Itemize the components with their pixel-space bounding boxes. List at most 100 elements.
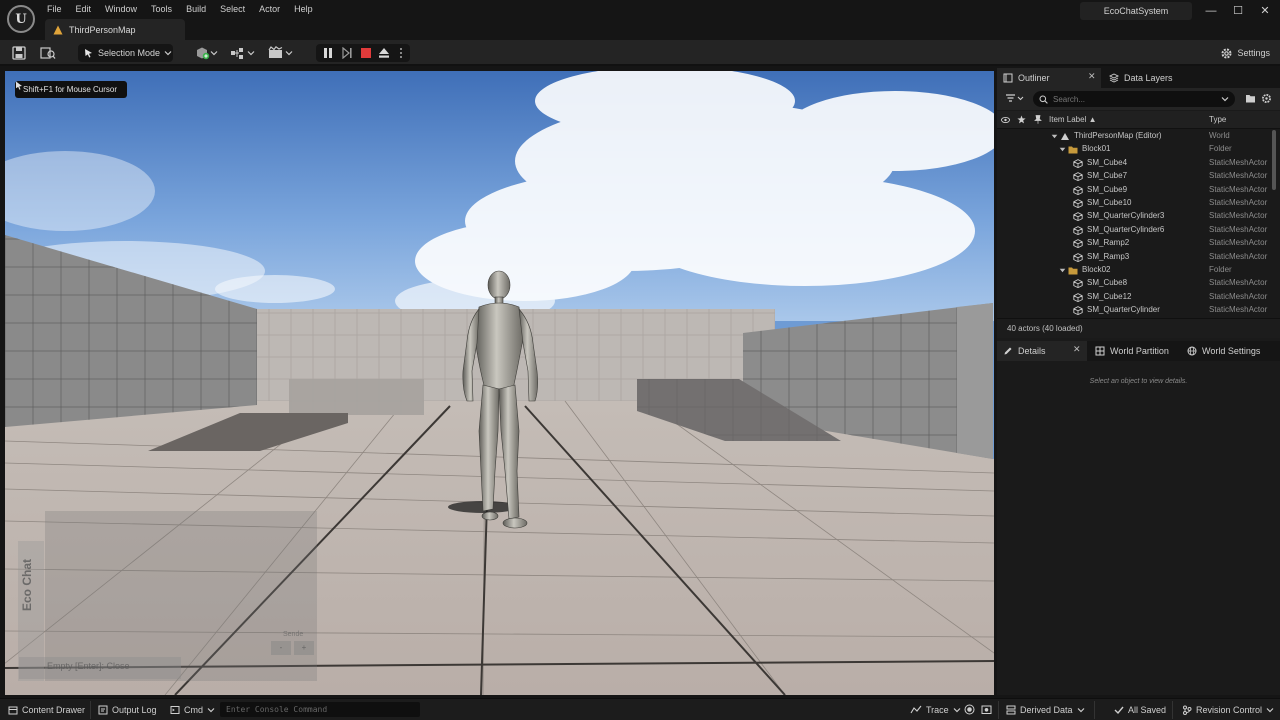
- unreal-logo-icon[interactable]: U: [7, 5, 35, 33]
- output-log-button[interactable]: Output Log: [98, 703, 157, 717]
- revision-control-dropdown[interactable]: Revision Control: [1182, 703, 1274, 717]
- details-empty-message: Select an object to view details.: [1089, 378, 1188, 385]
- outliner-row[interactable]: SM_Cube7 StaticMeshActor: [997, 170, 1271, 183]
- add-folder-icon[interactable]: [1245, 93, 1256, 104]
- outliner-row[interactable]: SM_QuarterCylinder3 StaticMeshActor: [997, 210, 1271, 223]
- record-icon[interactable]: [964, 704, 975, 715]
- menu-edit[interactable]: Edit: [69, 0, 99, 18]
- outliner-row[interactable]: SM_Ramp3 StaticMeshActor: [997, 251, 1271, 264]
- content-drawer-button[interactable]: Content Drawer: [8, 703, 85, 717]
- menu-file[interactable]: File: [40, 0, 69, 18]
- console-command-input[interactable]: Enter Console Command: [220, 702, 420, 717]
- level-warning-icon: [53, 25, 63, 34]
- column-item-label[interactable]: Item Label ▲: [1049, 115, 1097, 124]
- outliner-row-label: SM_Ramp2: [1087, 238, 1130, 248]
- menu-tools[interactable]: Tools: [144, 0, 179, 18]
- settings-button[interactable]: Settings: [1220, 45, 1270, 61]
- outliner-scrollbar[interactable]: [1272, 130, 1276, 190]
- outliner-row[interactable]: SM_Cube10 StaticMeshActor: [997, 197, 1271, 210]
- outliner-row[interactable]: SM_QuarterCylinder6 StaticMeshActor: [997, 224, 1271, 237]
- outliner-row-type: StaticMeshActor: [1209, 198, 1268, 207]
- close-window-button[interactable]: ✕: [1256, 3, 1274, 19]
- right-side-panel: Outliner ✕ Data Layers Search... Item La…: [997, 68, 1280, 695]
- pin-icon[interactable]: [1034, 115, 1042, 124]
- outliner-row[interactable]: SM_Cube12 StaticMeshActor: [997, 291, 1271, 304]
- menu-actor[interactable]: Actor: [252, 0, 287, 18]
- actor-count-status: 40 actors (40 loaded): [997, 318, 1280, 338]
- chevron-down-icon: [164, 51, 172, 56]
- menu-window[interactable]: Window: [98, 0, 144, 18]
- expand-arrow-icon[interactable]: [1051, 132, 1058, 141]
- blueprint-icon[interactable]: [230, 45, 256, 61]
- outliner-row-type: StaticMeshActor: [1209, 211, 1268, 221]
- outliner-row-type: Folder: [1209, 144, 1232, 154]
- layers-icon: [1109, 73, 1119, 83]
- outliner-row[interactable]: ThirdPersonMap (Editor) World: [997, 130, 1271, 143]
- outliner-row[interactable]: SM_Ramp2 StaticMeshActor: [997, 237, 1271, 250]
- world-partition-icon: [1095, 346, 1105, 356]
- browse-icon[interactable]: [40, 45, 56, 61]
- tab-data-layers[interactable]: Data Layers: [1103, 68, 1203, 88]
- eco-increase-button[interactable]: +: [294, 641, 314, 655]
- outliner-toolbar: Search...: [997, 88, 1280, 110]
- outliner-row[interactable]: Block01 Folder: [997, 143, 1271, 156]
- outliner-row[interactable]: SM_Cube8 StaticMeshActor: [997, 277, 1271, 290]
- eco-chat-panel: [45, 511, 317, 681]
- add-actor-icon[interactable]: [195, 45, 219, 61]
- gear-icon[interactable]: [1261, 93, 1272, 104]
- menu-help[interactable]: Help: [287, 0, 320, 18]
- selection-mode-dropdown[interactable]: Selection Mode: [78, 44, 173, 62]
- eject-icon[interactable]: [378, 47, 390, 59]
- filter-icon[interactable]: [1005, 94, 1025, 104]
- pause-icon[interactable]: [322, 47, 334, 59]
- expand-arrow-icon[interactable]: [1059, 145, 1066, 154]
- outliner-row[interactable]: SM_QuarterCylinder StaticMeshActor: [997, 304, 1271, 316]
- cinematics-icon[interactable]: [268, 45, 294, 61]
- save-status-button[interactable]: All Saved: [1114, 703, 1166, 717]
- status-bar: Content Drawer Output Log Cmd Enter Cons…: [0, 698, 1280, 720]
- outliner-row[interactable]: SM_Cube4 StaticMeshActor: [997, 157, 1271, 170]
- trace-dropdown[interactable]: Trace: [910, 703, 961, 717]
- screenshot-icon[interactable]: [981, 704, 992, 715]
- static-mesh-icon: [1073, 225, 1083, 235]
- outliner-row[interactable]: SM_Cube9 StaticMeshActor: [997, 184, 1271, 197]
- derived-data-dropdown[interactable]: Derived Data: [1006, 703, 1085, 717]
- level-tab-title: ThirdPersonMap: [69, 24, 136, 35]
- all-saved-label: All Saved: [1128, 705, 1167, 715]
- menu-select[interactable]: Select: [213, 0, 252, 18]
- outliner-tree: ThirdPersonMap (Editor) World Block01 Folde…: [997, 130, 1271, 316]
- save-icon[interactable]: [12, 45, 26, 61]
- outliner-row[interactable]: Block02 Folder: [997, 264, 1271, 277]
- static-mesh-icon: [1073, 279, 1083, 289]
- tab-world-partition[interactable]: World Partition: [1089, 341, 1181, 361]
- tab-world-settings[interactable]: World Settings: [1181, 341, 1280, 361]
- eco-chat-input[interactable]: Empty [Enter]: Close: [19, 657, 181, 679]
- level-viewport[interactable]: Shift+F1 for Mouse Cursor Eco Chat Empty…: [5, 71, 994, 695]
- outliner-row-type: StaticMeshActor: [1209, 291, 1268, 301]
- close-details-icon[interactable]: ✕: [1073, 344, 1081, 355]
- menu-bar: File Edit Window Tools Build Select Acto…: [40, 0, 320, 18]
- static-mesh-icon: [1073, 185, 1083, 195]
- outliner-row-label: SM_Cube4: [1087, 157, 1128, 167]
- folder-icon: [1068, 146, 1078, 154]
- menu-build[interactable]: Build: [179, 0, 213, 18]
- more-options-icon[interactable]: [399, 47, 403, 59]
- stop-icon[interactable]: [360, 47, 372, 59]
- chevron-down-icon: [1077, 708, 1084, 713]
- minimize-button[interactable]: —: [1202, 3, 1220, 19]
- maximize-button[interactable]: ☐: [1229, 3, 1247, 19]
- derived-data-icon: [1006, 705, 1016, 715]
- level-tab[interactable]: ThirdPersonMap: [45, 19, 185, 40]
- eco-decrease-button[interactable]: -: [271, 641, 291, 655]
- favorite-star-icon[interactable]: [1017, 115, 1026, 124]
- column-type[interactable]: Type: [1209, 115, 1226, 124]
- tab-outliner[interactable]: Outliner: [997, 68, 1101, 88]
- output-log-label: Output Log: [112, 705, 157, 715]
- visibility-eye-icon[interactable]: [1001, 116, 1010, 124]
- expand-arrow-icon[interactable]: [1059, 266, 1066, 275]
- close-outliner-icon[interactable]: ✕: [1088, 71, 1096, 82]
- search-icon: [1039, 95, 1048, 104]
- outliner-search-input[interactable]: Search...: [1033, 91, 1235, 107]
- skip-frame-icon[interactable]: [341, 47, 353, 59]
- cmd-dropdown[interactable]: Cmd: [170, 703, 215, 717]
